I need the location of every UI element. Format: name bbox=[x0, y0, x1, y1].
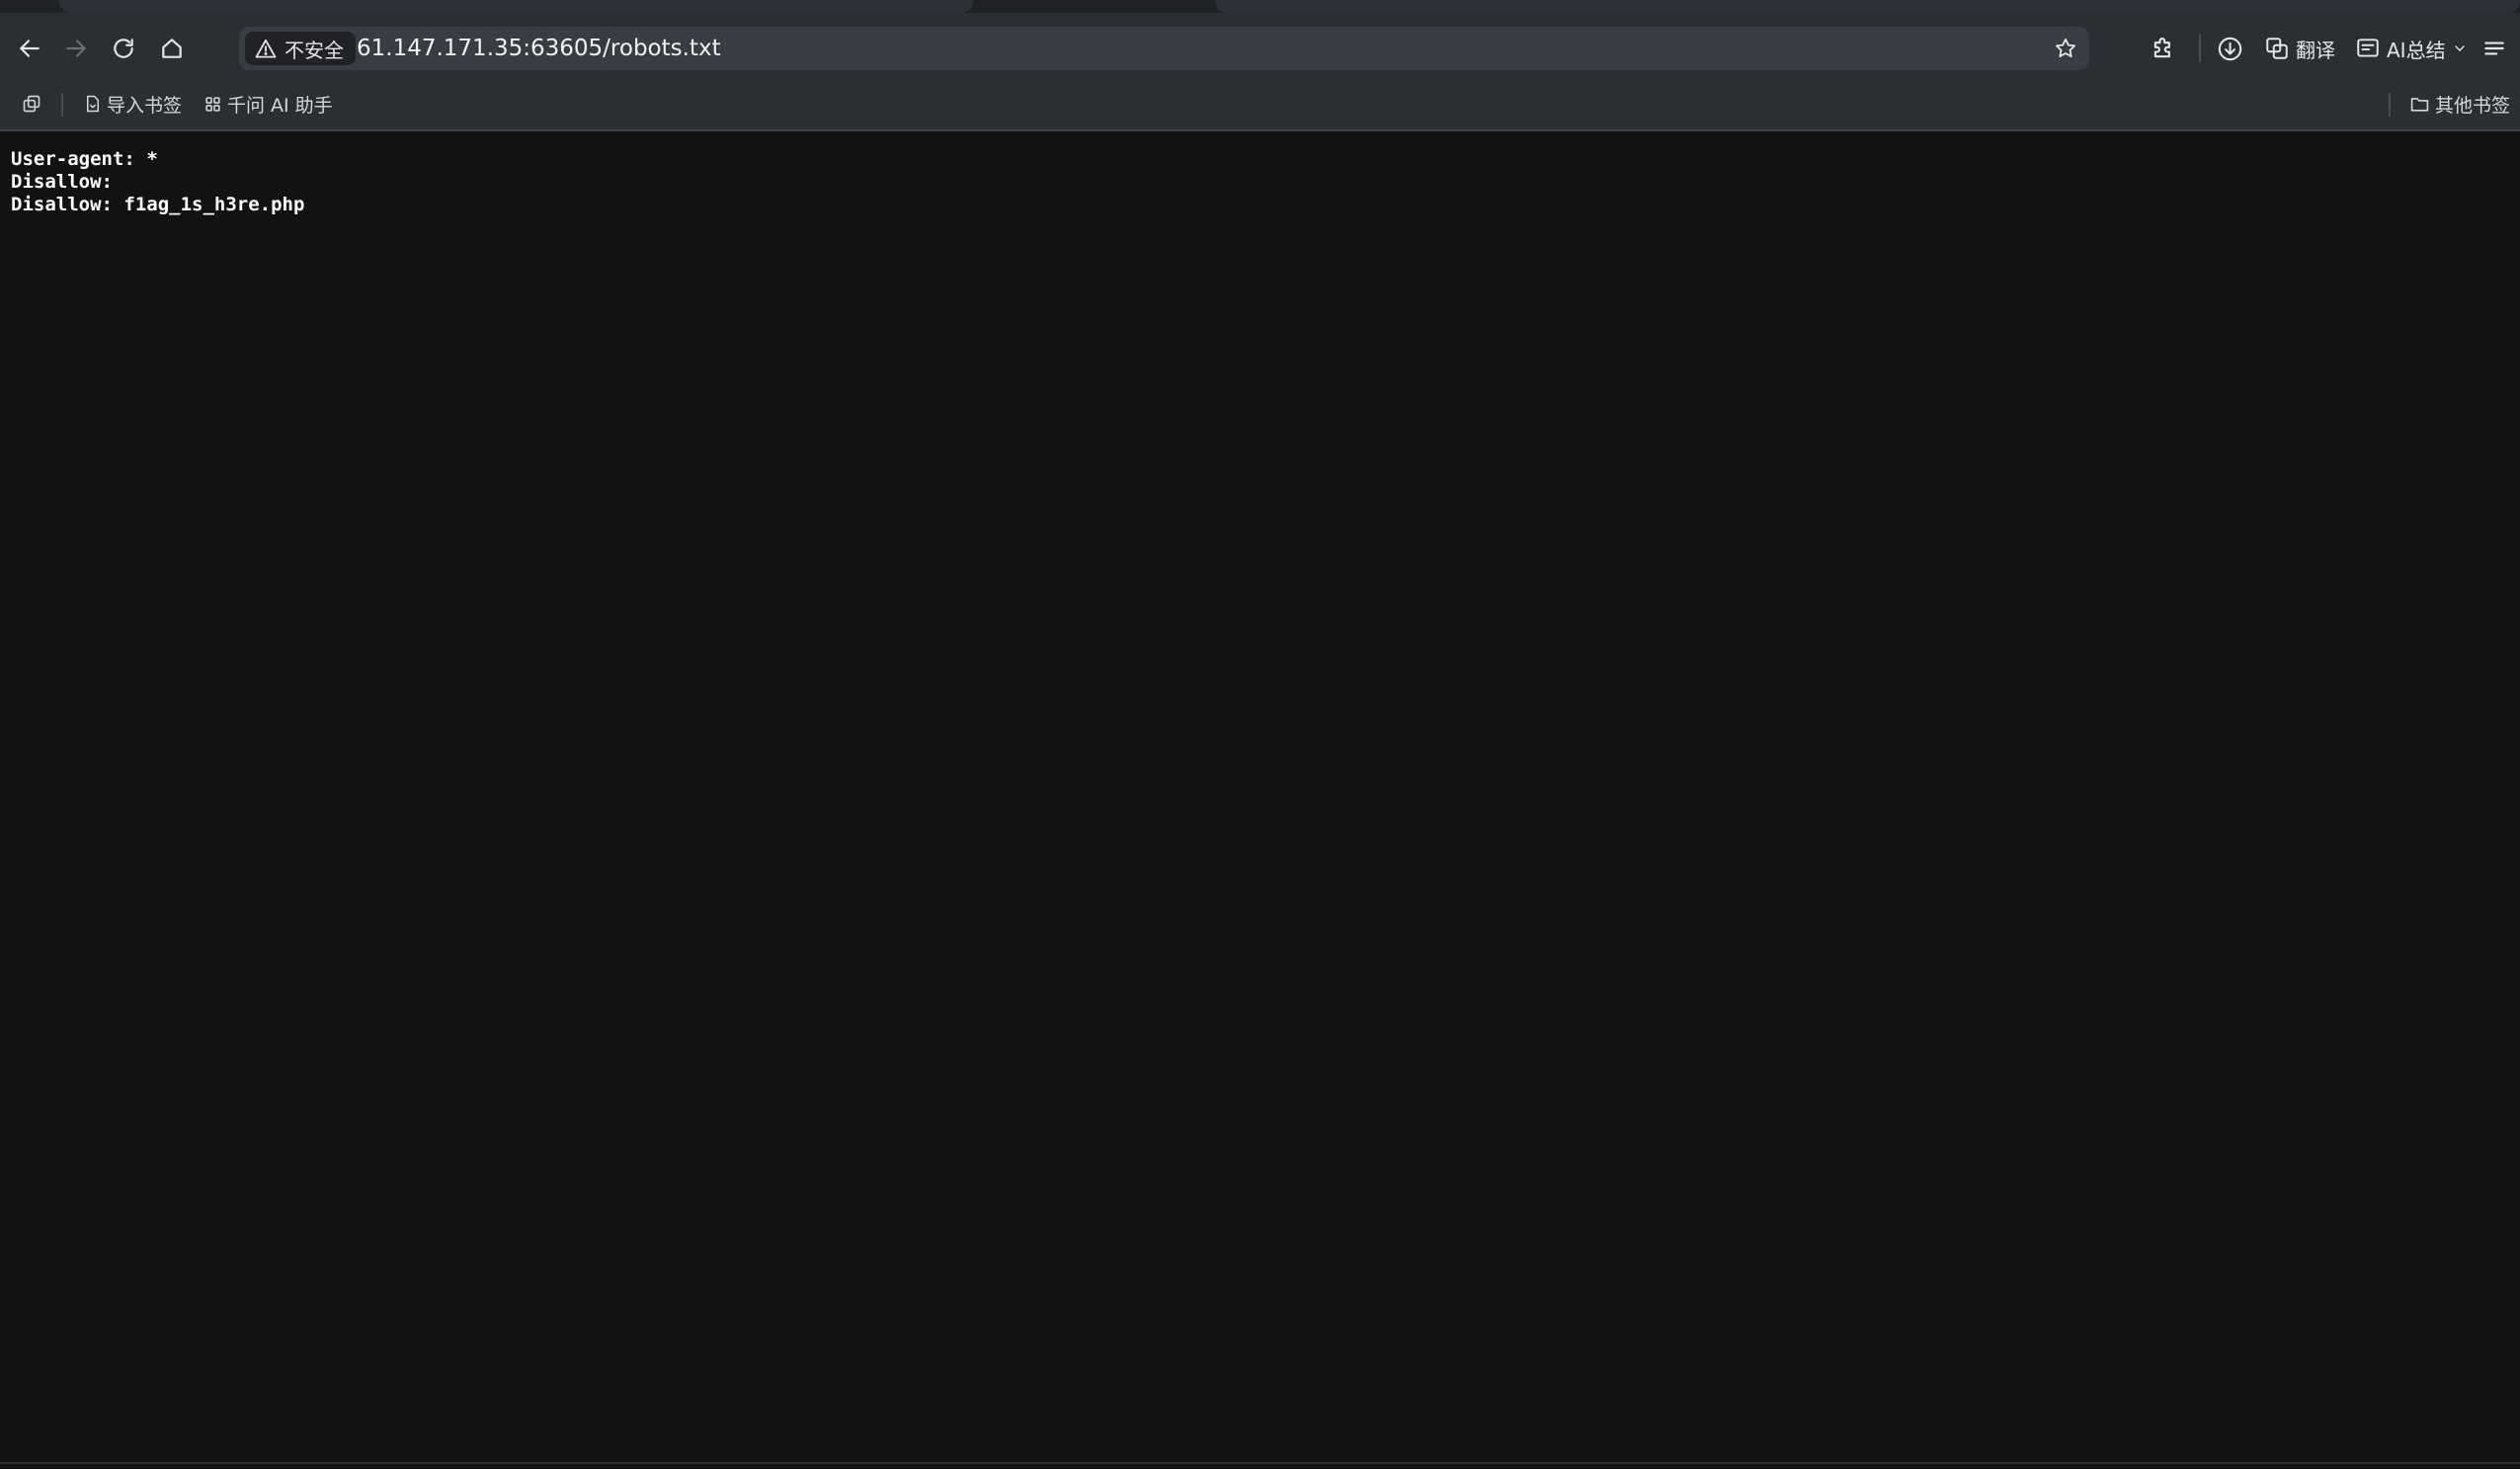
bookmarks-bar: 导入书签 千问 AI 助手 其他书签 bbox=[0, 82, 2520, 125]
menu-button[interactable] bbox=[2481, 27, 2507, 70]
reload-icon bbox=[114, 39, 133, 58]
home-icon bbox=[162, 39, 182, 58]
browser-window: 不安全 61.147.171.35:63605/robots.txt 翻译 AI… bbox=[0, 0, 2520, 1469]
folder-icon bbox=[2410, 97, 2429, 112]
bookmarks-right-separator bbox=[2389, 93, 2391, 117]
star-icon bbox=[2056, 38, 2075, 57]
menu-lines-icon bbox=[2484, 41, 2504, 55]
ai-summary-button[interactable]: AI总结 bbox=[2355, 27, 2468, 70]
arrow-right-icon bbox=[66, 40, 86, 57]
back-button[interactable] bbox=[8, 27, 51, 70]
copy-tabs-icon bbox=[23, 95, 41, 113]
bookmark-label: 导入书签 bbox=[107, 94, 183, 117]
reload-button[interactable] bbox=[102, 27, 145, 70]
home-button[interactable] bbox=[150, 27, 194, 70]
translate-label: 翻译 bbox=[2296, 38, 2335, 62]
tab-strip bbox=[0, 0, 2520, 13]
window-bottom-edge bbox=[0, 1462, 2520, 1464]
bookmark-star-button[interactable] bbox=[2050, 33, 2081, 64]
address-bar[interactable]: 不安全 61.147.171.35:63605/robots.txt bbox=[239, 27, 2089, 70]
robots-txt-content: User-agent: * Disallow: Disallow: f1ag_1… bbox=[11, 148, 304, 216]
grid-icon bbox=[205, 96, 220, 112]
forward-button[interactable] bbox=[54, 27, 98, 70]
security-indicator[interactable]: 不安全 bbox=[245, 32, 356, 65]
translate-button[interactable]: 翻译 bbox=[2264, 27, 2335, 70]
download-icon bbox=[2218, 37, 2242, 60]
other-bookmarks-label: 其他书签 bbox=[2435, 94, 2511, 117]
puzzle-icon bbox=[2154, 38, 2170, 58]
robots-line: Disallow: f1ag_1s_h3re.php bbox=[11, 194, 305, 215]
extensions-button[interactable] bbox=[2150, 27, 2177, 70]
warning-icon bbox=[255, 39, 277, 58]
tab-manager-button[interactable] bbox=[22, 90, 41, 118]
page-content: User-agent: * Disallow: Disallow: f1ag_1… bbox=[0, 131, 2520, 1462]
bookmark-item-import[interactable]: 导入书签 bbox=[85, 90, 182, 118]
ai-summary-label: AI总结 bbox=[2387, 38, 2446, 62]
translate-icon bbox=[2266, 38, 2288, 59]
tab-left[interactable] bbox=[59, 0, 973, 13]
robots-line: Disallow: bbox=[11, 171, 113, 193]
chevron-down-icon bbox=[2454, 45, 2465, 51]
browser-toolbar: 不安全 61.147.171.35:63605/robots.txt 翻译 AI… bbox=[0, 13, 2520, 131]
other-bookmarks-folder[interactable]: 其他书签 bbox=[2410, 90, 2510, 118]
downloads-button[interactable] bbox=[2217, 27, 2243, 70]
document-list-icon bbox=[2357, 39, 2379, 57]
file-import-icon bbox=[87, 95, 99, 113]
robots-line: User-agent: * bbox=[11, 148, 158, 170]
bookmarks-separator bbox=[61, 93, 63, 117]
arrow-left-icon bbox=[20, 40, 40, 57]
security-label: 不安全 bbox=[285, 38, 344, 62]
bookmark-label: 千问 AI 助手 bbox=[227, 94, 333, 117]
tab-right[interactable] bbox=[1215, 0, 2520, 13]
toolbar-separator bbox=[2199, 35, 2201, 62]
bookmark-item-qianwen[interactable]: 千问 AI 助手 bbox=[204, 90, 333, 118]
url-text[interactable]: 61.147.171.35:63605/robots.txt bbox=[357, 35, 721, 62]
